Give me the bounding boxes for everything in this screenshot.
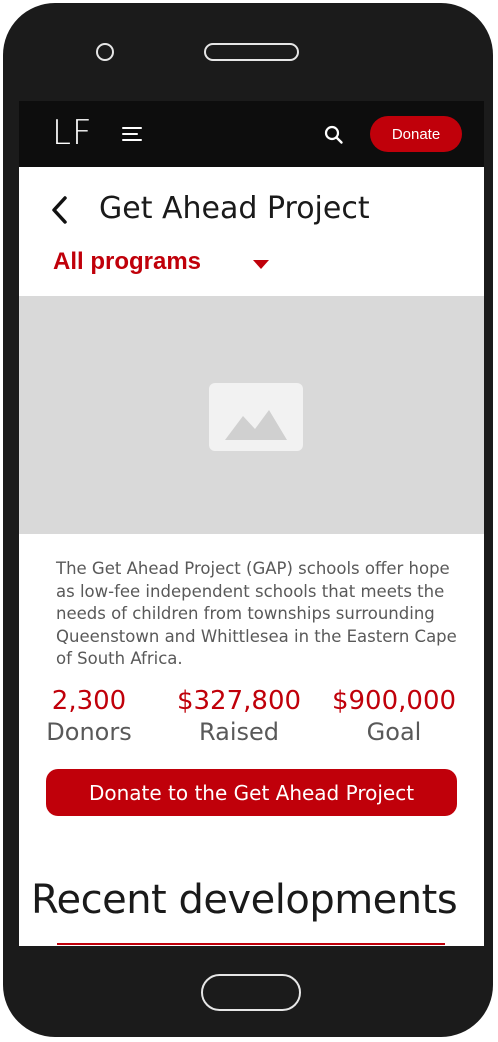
search-icon[interactable] bbox=[324, 125, 344, 145]
page-header: Get Ahead Project bbox=[19, 191, 484, 231]
screen: LF Donate Get Ahead Project All programs bbox=[19, 101, 484, 946]
image-placeholder-icon bbox=[209, 383, 303, 451]
camera-icon bbox=[96, 43, 114, 61]
stat-goal: $900,000 Goal bbox=[324, 686, 464, 748]
home-button[interactable] bbox=[201, 974, 301, 1011]
chevron-left-icon[interactable] bbox=[49, 195, 71, 225]
recent-developments-heading: Recent developments bbox=[31, 877, 458, 923]
stat-value: $900,000 bbox=[331, 686, 457, 716]
hero-image bbox=[19, 296, 484, 534]
stat-value: 2,300 bbox=[51, 686, 127, 716]
speaker-grille bbox=[204, 43, 299, 61]
caret-down-icon[interactable] bbox=[253, 260, 269, 269]
section-divider bbox=[57, 943, 445, 945]
logo[interactable]: LF bbox=[52, 113, 93, 153]
stat-label: Donors bbox=[46, 718, 132, 746]
stat-raised: $327,800 Raised bbox=[169, 686, 309, 748]
top-navbar: LF Donate bbox=[19, 101, 484, 167]
phone-frame: LF Donate Get Ahead Project All programs bbox=[3, 3, 493, 1037]
stat-donors: 2,300 Donors bbox=[19, 686, 159, 748]
program-filter-dropdown[interactable]: All programs bbox=[53, 248, 201, 276]
donate-project-button[interactable]: Donate to the Get Ahead Project bbox=[46, 769, 457, 816]
page-title: Get Ahead Project bbox=[99, 191, 370, 226]
stat-label: Goal bbox=[366, 718, 422, 746]
project-description: The Get Ahead Project (GAP) schools offe… bbox=[56, 559, 457, 668]
hamburger-menu-icon[interactable] bbox=[122, 127, 146, 145]
stat-value: $327,800 bbox=[176, 686, 302, 716]
donate-button[interactable]: Donate bbox=[370, 116, 462, 152]
stat-label: Raised bbox=[198, 718, 280, 746]
